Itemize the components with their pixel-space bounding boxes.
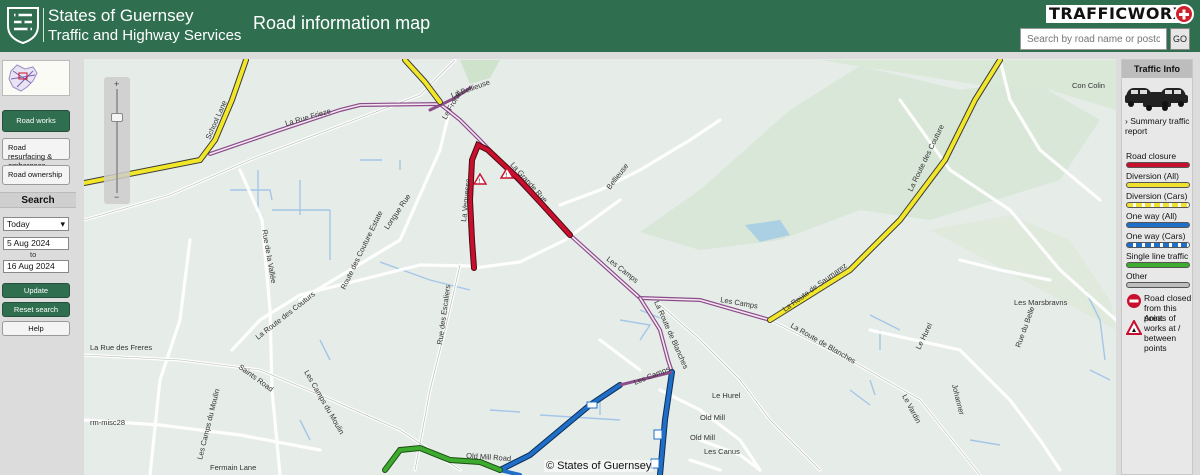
date-to-input[interactable]: 16 Aug 2024 [3, 260, 69, 273]
roadworks-warning-icon [1126, 320, 1142, 335]
org-department[interactable]: Traffic and Highway Services [48, 26, 241, 45]
road-map[interactable]: ! ! La Rue Frieze Les Camps La Grande Ru… [84, 59, 1116, 475]
traffic-cars-icon[interactable] [1124, 82, 1190, 112]
traffic-info-panel: Traffic Info › Summary traffic report Ro… [1121, 59, 1193, 475]
no-entry-icon [1127, 294, 1141, 308]
guernsey-crest-icon[interactable] [6, 6, 40, 44]
help-button[interactable]: Help [2, 321, 70, 336]
road-label: Le Hurel [914, 321, 935, 351]
road-label: La Route de Blanches [789, 321, 858, 366]
road-label: Le Vardin [900, 393, 923, 425]
legend-swatch-one-way-all [1126, 222, 1190, 228]
map-copyright: © States of Guernsey [544, 460, 654, 472]
road-search-input[interactable] [1020, 28, 1167, 50]
trafficworx-badge-icon [1174, 4, 1194, 24]
period-select[interactable]: Today [3, 217, 69, 231]
zoom-track[interactable] [116, 89, 118, 193]
legend-label-one-way-cars: One way (Cars) [1126, 231, 1186, 241]
road-label: Les Camps du Moulin [195, 388, 221, 461]
reset-search-button[interactable]: Reset search [2, 302, 70, 317]
legend-swatch-other [1126, 282, 1190, 288]
zoom-slider[interactable]: + − [104, 77, 130, 204]
one-way-marker-icon[interactable] [586, 401, 598, 409]
road-label: Les Marsbravns [1014, 298, 1068, 307]
legend-label-road-closure: Road closure [1126, 151, 1177, 161]
road-label: Fermain Lane [210, 463, 256, 472]
road-label: Le Hurel [712, 391, 741, 400]
zoom-handle[interactable] [111, 113, 123, 122]
legend-swatch-road-closure [1126, 162, 1190, 168]
road-label: Rue de la Vallée [260, 229, 278, 284]
header-divider [43, 8, 44, 42]
org-name[interactable]: States of Guernsey [48, 6, 194, 26]
road-label: La Rue des Freres [90, 343, 152, 352]
page-title: Road information map [253, 13, 431, 33]
legend-label-areas-of-works: Areas of works at / between points [1144, 313, 1181, 353]
road-label: Old Mill [700, 413, 725, 422]
road-label: Les Canus [704, 447, 740, 456]
road-label: La Route des Couturs [254, 289, 317, 341]
traffic-info-title: Traffic Info [1122, 60, 1192, 78]
legend-swatch-one-way-cars [1126, 242, 1190, 248]
search-go-button[interactable]: GO [1170, 28, 1190, 50]
legend-label-other: Other [1126, 271, 1148, 281]
date-to-label: to [30, 250, 37, 259]
summary-link-label[interactable]: Summary traffic report [1125, 116, 1190, 136]
zoom-out-icon[interactable]: − [114, 193, 119, 202]
road-label: rm-misc28 [90, 418, 125, 427]
legend-label-diversion-all: Diversion (All) [1126, 171, 1179, 181]
road-label: Rue du Belle [1013, 305, 1036, 348]
legend-label-one-way-all: One way (All) [1126, 211, 1178, 221]
road-ownership-button[interactable]: Road ownership [2, 165, 70, 185]
search-heading: Search [0, 192, 76, 208]
date-from-input[interactable]: 5 Aug 2024 [3, 237, 69, 250]
svg-text:!: ! [505, 172, 507, 179]
update-button[interactable]: Update [2, 283, 70, 298]
road-label: Saints Road [237, 362, 275, 393]
road-label: Con Colin [1072, 81, 1105, 90]
roadworks-warning-icon[interactable]: ! [472, 172, 488, 185]
map-canvas[interactable]: ! ! La Rue Frieze Les Camps La Grande Ru… [84, 59, 1116, 475]
road-label: Johanner [950, 383, 966, 416]
legend-swatch-single-line [1126, 262, 1190, 268]
legend-label-diversion-cars: Diversion (Cars) [1126, 191, 1188, 201]
one-way-marker-icon[interactable] [653, 429, 663, 440]
trafficworx-logo[interactable]: TRAFFICWORX [1046, 5, 1189, 23]
summary-traffic-report-link[interactable]: › Summary traffic report [1125, 116, 1193, 136]
road-label: La Grande Rue [509, 160, 550, 204]
road-label: La Route de Saumarez [781, 261, 849, 314]
road-resurfacing-button[interactable]: Road resurfacing & embargoes [2, 138, 70, 170]
road-label: Old Mill [690, 433, 715, 442]
overview-map[interactable] [2, 60, 70, 96]
legend-label-single-line: Single line traffic [1126, 251, 1189, 261]
svg-text:!: ! [478, 178, 480, 185]
legend-swatch-diversion-all [1126, 182, 1190, 188]
zoom-in-icon[interactable]: + [114, 80, 119, 89]
site-header: States of Guernsey Traffic and Highway S… [0, 0, 1200, 52]
left-sidebar: Road works Road resurfacing & embargoes … [0, 52, 76, 475]
legend-swatch-diversion-cars [1126, 202, 1190, 208]
road-label: La Route de Blanches [652, 299, 690, 370]
road-works-button[interactable]: Road works [2, 110, 70, 132]
